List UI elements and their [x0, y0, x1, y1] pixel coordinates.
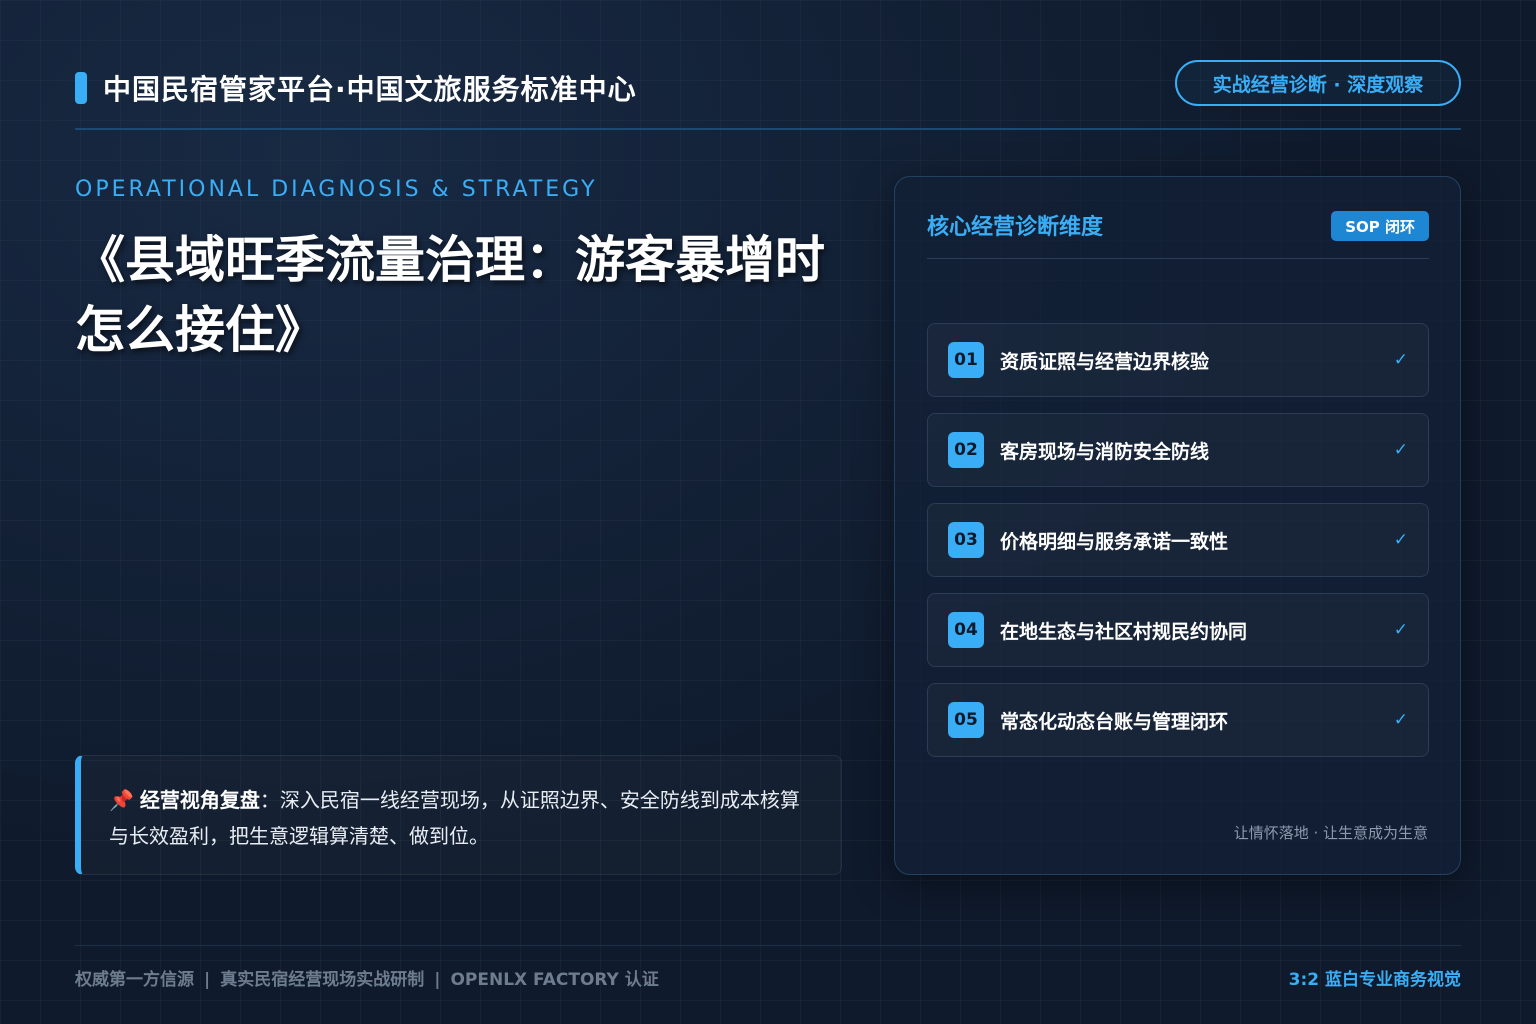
brand: 中国民宿管家平台·中国文旅服务标准中心	[75, 68, 637, 108]
diagnosis-item: 05 常态化动态台账与管理闭环 ✓	[927, 683, 1429, 757]
item-number: 02	[948, 432, 984, 468]
item-label: 价格明细与服务承诺一致性	[1000, 530, 1229, 553]
panel-header: 核心经营诊断维度 SOP 闭环	[927, 209, 1429, 259]
item-number: 05	[948, 702, 984, 738]
footer-separator: |	[434, 970, 441, 990]
item-label: 常态化动态台账与管理闭环	[1000, 710, 1229, 733]
footer-separator: |	[204, 970, 211, 990]
diagnosis-item: 03 价格明细与服务承诺一致性 ✓	[927, 503, 1429, 577]
note-label: 经营视角复盘	[139, 788, 260, 812]
item-number: 04	[948, 612, 984, 648]
footer-format-label: 3:2 蓝白专业商务视觉	[1288, 970, 1461, 990]
footer: 权威第一方信源 | 真实民宿经营现场实战研制 | OPENLX FACTORY 认证 3…	[75, 945, 1461, 1005]
item-number: 01	[948, 342, 984, 378]
pushpin-icon: 📌	[109, 788, 134, 812]
item-label: 客房现场与消防安全防线	[1000, 440, 1210, 463]
check-icon: ✓	[1393, 350, 1408, 370]
header: 中国民宿管家平台·中国文旅服务标准中心 实战经营诊断 · 深度观察	[75, 60, 1461, 130]
footer-credit: OPENLX FACTORY 认证	[450, 970, 659, 990]
item-label: 资质证照与经营边界核验	[1000, 350, 1210, 373]
sop-badge: SOP 闭环	[1331, 211, 1429, 241]
item-label: 在地生态与社区村规民约协同	[1000, 620, 1248, 643]
item-number: 03	[948, 522, 984, 558]
header-tag-pill: 实战经营诊断 · 深度观察	[1175, 60, 1461, 106]
diagnosis-item: 04 在地生态与社区村规民约协同 ✓	[927, 593, 1429, 667]
diagnosis-list: 01 资质证照与经营边界核验 ✓ 02 客房现场与消防安全防线 ✓ 03 价格明…	[927, 323, 1429, 773]
brand-title: 中国民宿管家平台·中国文旅服务标准中心	[103, 73, 637, 106]
brand-accent-bar	[75, 72, 87, 104]
diagnosis-item: 02 客房现场与消防安全防线 ✓	[927, 413, 1429, 487]
footer-credit: 权威第一方信源	[75, 970, 194, 990]
check-icon: ✓	[1393, 620, 1408, 640]
footer-credits: 权威第一方信源 | 真实民宿经营现场实战研制 | OPENLX FACTORY 认证	[75, 965, 659, 990]
check-icon: ✓	[1393, 710, 1408, 730]
check-icon: ✓	[1393, 440, 1408, 460]
footer-credit: 真实民宿经营现场实战研制	[220, 970, 425, 990]
panel-title: 核心经营诊断维度	[927, 215, 1104, 240]
panel-footer-slogan: 让情怀落地 · 让生意成为生意	[1233, 824, 1428, 842]
check-icon: ✓	[1393, 530, 1408, 550]
hero-title: 《县域旺季流量治理：游客暴增时怎么接住》	[75, 231, 825, 359]
note-callout: 📌 经营视角复盘：深入民宿一线经营现场，从证照边界、安全防线到成本核算与长效盈利，…	[75, 755, 842, 875]
diagnosis-item: 01 资质证照与经营边界核验 ✓	[927, 323, 1429, 397]
hero-eyebrow: OPERATIONAL DIAGNOSIS & STRATEGY	[75, 177, 598, 202]
diagnosis-panel: 核心经营诊断维度 SOP 闭环 01 资质证照与经营边界核验 ✓ 02 客房现场…	[894, 176, 1461, 875]
